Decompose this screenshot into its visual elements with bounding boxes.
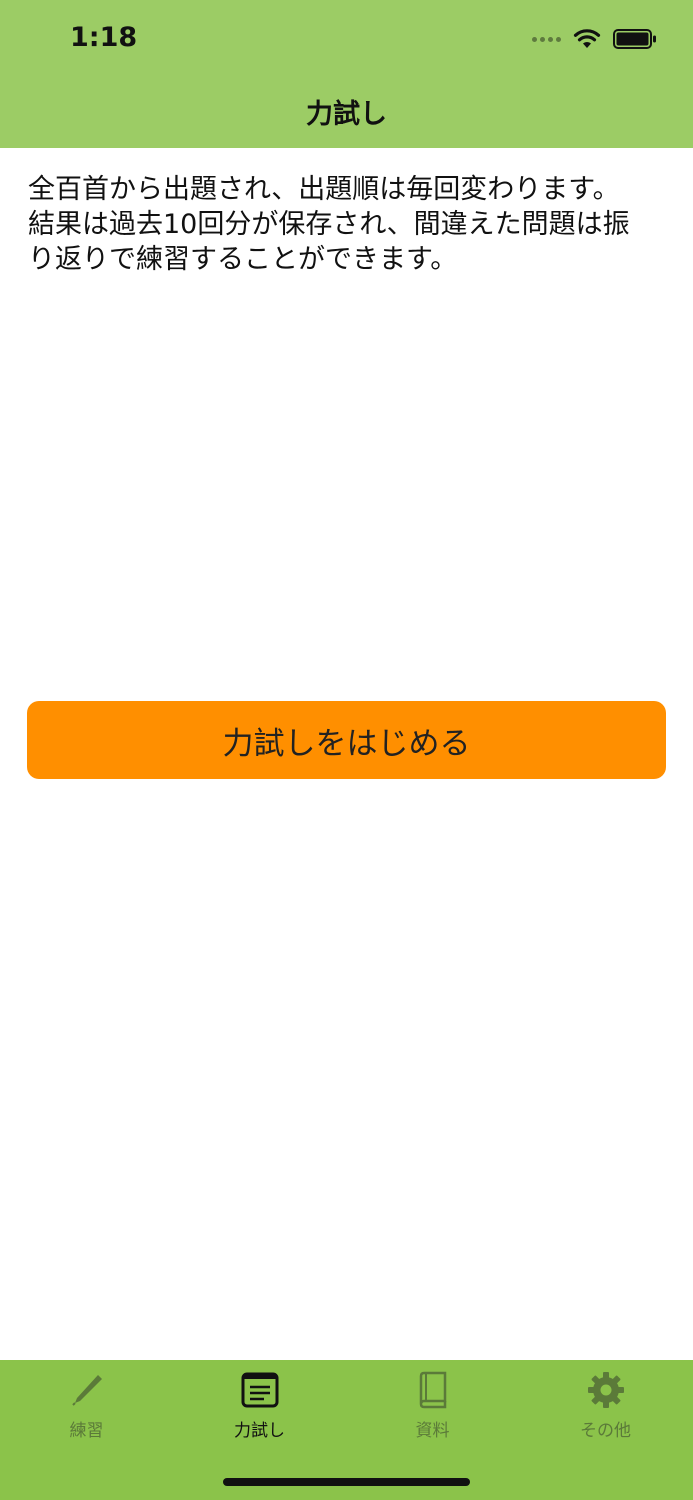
tab-label: その他	[580, 1421, 631, 1441]
description-line: 全百首から出題され、出題順は毎回変わります。	[28, 174, 620, 205]
description-line: 結果は過去10回分が保存され、間違えた問題は振	[28, 209, 630, 240]
home-indicator	[223, 1478, 470, 1486]
header: 1:18 力試し	[0, 0, 693, 148]
list-icon	[241, 1372, 278, 1408]
status-time: 1:18	[70, 22, 138, 53]
book-icon	[419, 1371, 446, 1409]
pencil-icon	[71, 1375, 102, 1406]
tab-test[interactable]: 力試し	[173, 1370, 346, 1445]
page-title: 力試し	[306, 99, 387, 130]
wifi-icon	[573, 29, 601, 48]
gear-icon	[587, 1372, 624, 1408]
tab-practice[interactable]: 練習	[0, 1370, 173, 1445]
status-icons	[532, 24, 657, 54]
app-screen: 1:18 力試し 全百首から出題され、出題順は毎回変わります。 結果は過去10回…	[0, 0, 693, 1500]
tab-label: 資料	[415, 1421, 450, 1441]
start-test-button[interactable]: 力試しをはじめる	[27, 701, 666, 779]
tab-other[interactable]: その他	[519, 1370, 692, 1445]
description-line: り返りで練習することができます。	[28, 244, 458, 275]
tab-label: 力試し	[234, 1421, 285, 1441]
tab-resources[interactable]: 資料	[346, 1370, 519, 1445]
tab-label: 練習	[69, 1421, 104, 1441]
cellular-signal-icon	[532, 36, 561, 42]
description-text: 全百首から出題され、出題順は毎回変わります。 結果は過去10回分が保存され、間違…	[28, 172, 668, 277]
battery-icon	[613, 29, 656, 49]
